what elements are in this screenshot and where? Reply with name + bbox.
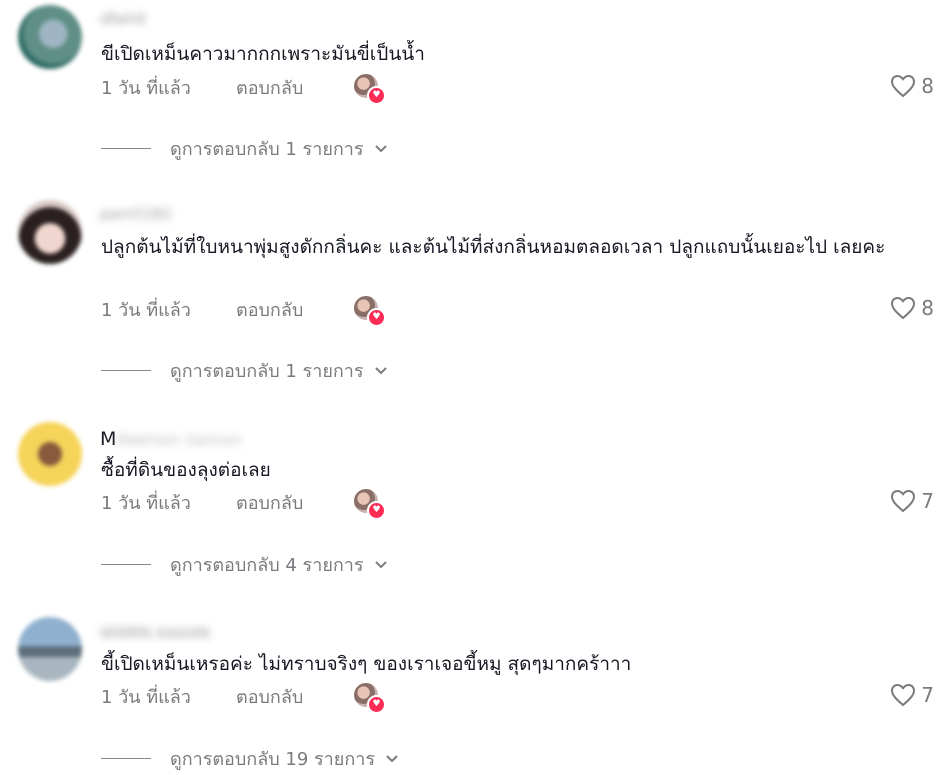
like-button[interactable]: 8 (890, 74, 934, 98)
username[interactable]: WWRN AAAAN (100, 624, 210, 642)
like-count: 8 (921, 296, 934, 320)
heart-outline-icon (891, 683, 916, 707)
like-button[interactable]: 8 (890, 296, 934, 320)
view-replies-label: ดูการตอบกลับ 4 รายการ (170, 555, 364, 576)
view-replies-button[interactable]: ดูการตอบกลับ 1 รายการ (101, 356, 388, 385)
heart-outline-icon (891, 296, 916, 320)
creator-liked-badge: ♥ (354, 74, 386, 105)
creator-liked-badge: ♥ (354, 296, 386, 327)
chevron-down-icon (374, 144, 387, 152)
heart-icon: ♥ (367, 308, 386, 327)
comment-time: 1 วัน ที่แล้ว (101, 492, 191, 514)
comment-meta: 1 วัน ที่แล้ว ตอบกลับ ♥ (101, 488, 386, 520)
heart-icon: ♥ (367, 501, 386, 520)
view-replies-button[interactable]: ดูการตอบกลับ 1 รายการ (101, 134, 388, 163)
reply-button[interactable]: ตอบกลับ (236, 73, 354, 102)
reply-button[interactable]: ตอบกลับ (236, 488, 354, 517)
view-replies-label: ดูการตอบกลับ 1 รายการ (170, 361, 364, 382)
comment-time: 1 วัน ที่แล้ว (101, 299, 191, 321)
heart-icon: ♥ (367, 86, 386, 105)
divider-line (101, 370, 151, 371)
view-replies-label: ดูการตอบกลับ 1 รายการ (170, 139, 364, 160)
comment-meta: 1 วัน ที่แล้ว ตอบกลับ ♥ (101, 73, 386, 105)
username-blurred-part: Makham Saimon (116, 431, 242, 449)
view-replies-button[interactable]: ดูการตอบกลับ 19 รายการ (101, 744, 399, 773)
comment-meta: 1 วัน ที่แล้ว ตอบกลับ ♥ (101, 682, 386, 714)
comment-text: ซื้อที่ดินของลุงต่อเลย (101, 459, 271, 481)
username[interactable]: pam5182 (100, 205, 172, 223)
comment-text: ขีเปิดเหม็นคาวมากกกเพราะมันขี่เป็นน้ำ (101, 43, 425, 65)
chevron-down-icon (386, 754, 398, 762)
username[interactable]: MMakham Saimon (100, 428, 242, 450)
heart-icon: ♥ (367, 695, 386, 714)
comment-meta: 1 วัน ที่แล้ว ตอบกลับ ♥ (101, 295, 386, 327)
like-count: 7 (921, 683, 934, 707)
comment-text: ขี้เปิดเหม็นเหรอค่ะ ไม่ทราบจริงๆ ของเราเ… (101, 653, 632, 675)
chevron-down-icon (374, 560, 387, 568)
divider-line (101, 564, 151, 565)
reply-button[interactable]: ตอบกลับ (236, 682, 354, 711)
view-replies-label: ดูการตอบกลับ 19 รายการ (170, 749, 375, 770)
divider-line (101, 148, 151, 149)
chevron-down-icon (374, 366, 387, 374)
avatar[interactable] (18, 422, 82, 486)
like-count: 7 (921, 489, 934, 513)
avatar[interactable] (18, 200, 82, 264)
divider-line (101, 758, 151, 759)
avatar[interactable] (18, 617, 82, 681)
creator-liked-badge: ♥ (354, 489, 386, 520)
comment-time: 1 วัน ที่แล้ว (101, 686, 191, 708)
username-visible-part: M (100, 428, 117, 450)
creator-liked-badge: ♥ (354, 683, 386, 714)
view-replies-button[interactable]: ดูการตอบกลับ 4 รายการ (101, 550, 388, 579)
like-button[interactable]: 7 (890, 683, 934, 707)
comment-text: ปลูกต้นไม้ที่ใบหนาพุ่มสูงดักกลิ่นคะ และต… (101, 236, 886, 258)
reply-button[interactable]: ตอบกลับ (236, 295, 354, 324)
comment-time: 1 วัน ที่แล้ว (101, 77, 191, 99)
heart-outline-icon (891, 489, 916, 513)
like-button[interactable]: 7 (890, 489, 934, 513)
like-count: 8 (921, 74, 934, 98)
heart-outline-icon (891, 74, 916, 98)
username[interactable]: dfwh6 (100, 10, 146, 28)
avatar[interactable] (18, 5, 82, 69)
